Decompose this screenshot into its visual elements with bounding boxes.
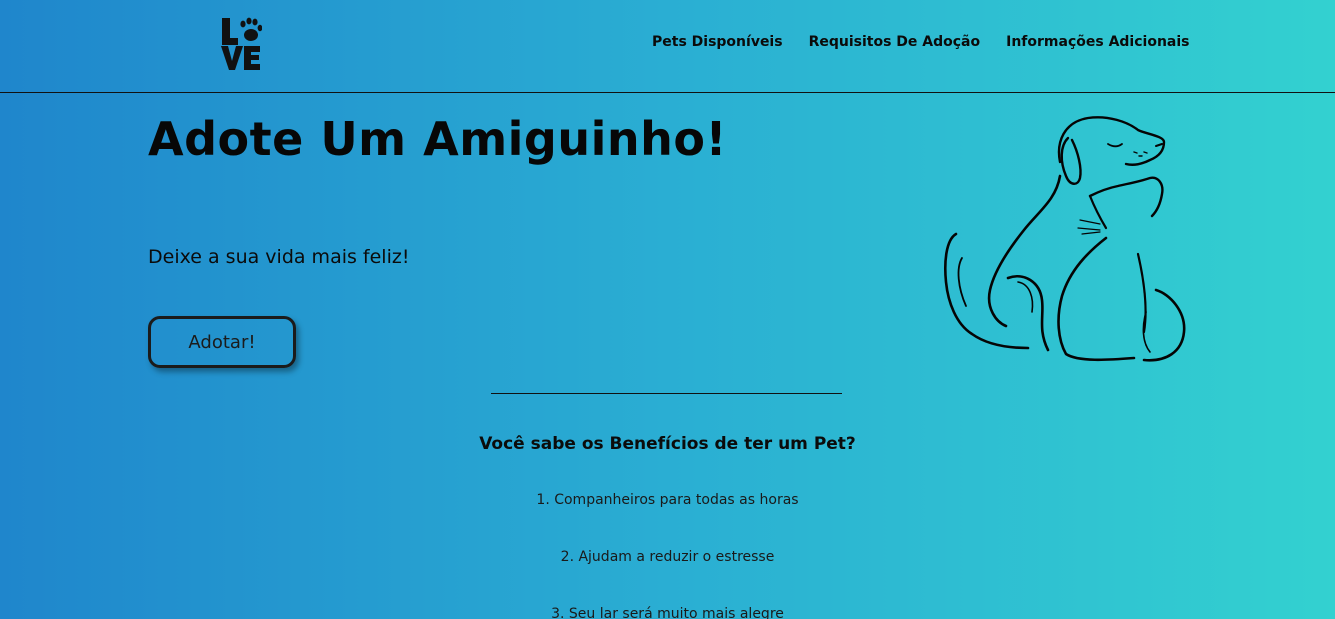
hero-title: Adote Um Amiguinho! xyxy=(148,112,727,166)
benefits-title: Você sabe os Benefícios de ter um Pet? xyxy=(479,434,856,454)
section-divider xyxy=(491,393,842,394)
love-paw-logo-icon[interactable] xyxy=(220,16,262,72)
nav-link-informacoes-adicionais[interactable]: Informações Adicionais xyxy=(1006,34,1189,50)
benefit-item: 1. Companheiros para todas as horas xyxy=(536,492,799,508)
benefit-item: 2. Ajudam a reduzir o estresse xyxy=(560,549,775,565)
benefit-item: 3. Seu lar será muito mais alegre xyxy=(551,606,784,619)
hero-subtitle: Deixe a sua vida mais feliz! xyxy=(148,246,410,268)
adopt-button[interactable]: Adotar! xyxy=(148,316,296,368)
nav-link-requisitos-adocao[interactable]: Requisitos De Adoção xyxy=(809,34,981,50)
nav-link-pets-disponiveis[interactable]: Pets Disponíveis xyxy=(652,34,783,50)
site-header: Pets Disponíveis Requisitos De Adoção In… xyxy=(0,0,1335,93)
main-nav: Pets Disponíveis Requisitos De Adoção In… xyxy=(652,34,1190,50)
dog-and-cat-outline-illustration xyxy=(944,116,1186,362)
